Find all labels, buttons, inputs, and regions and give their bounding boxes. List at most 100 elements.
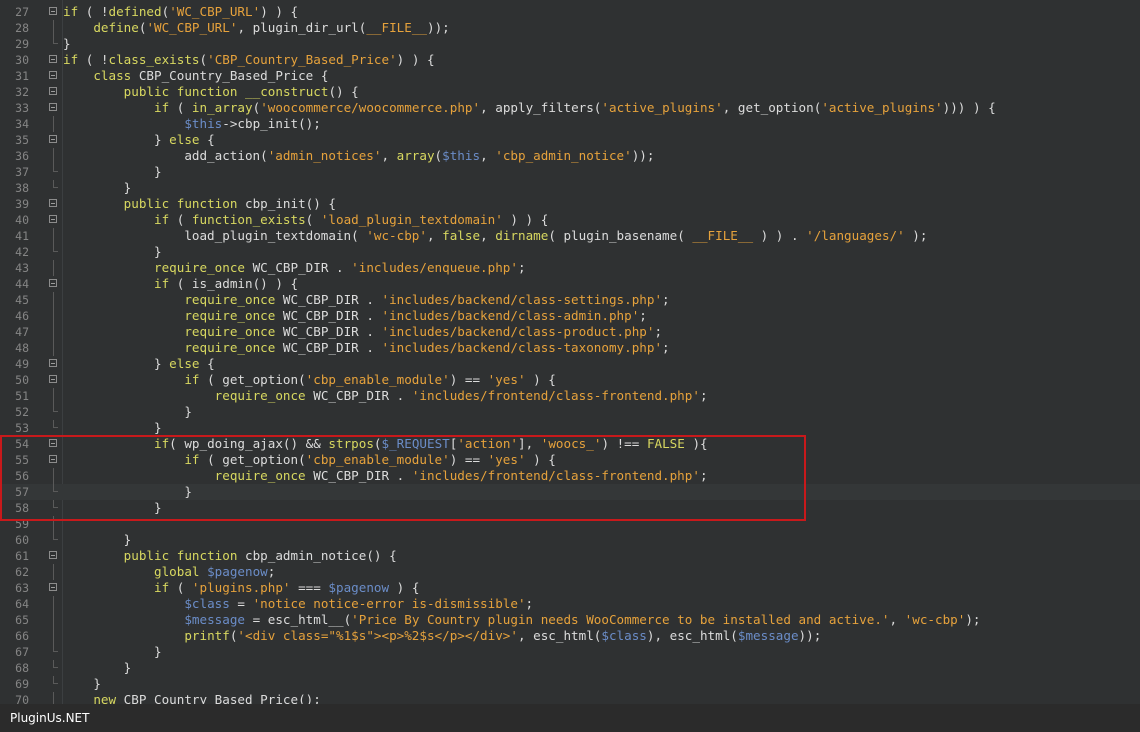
code-line[interactable]: 59 [0,516,1140,532]
code-text: } [63,660,132,676]
line-number: 59 [15,517,29,531]
line-number: 63 [15,581,29,595]
line-number: 64 [15,597,29,611]
code-text: } else { [63,356,215,372]
code-line[interactable]: 42 } [0,244,1140,260]
fold-toggle-icon[interactable] [49,215,57,223]
code-text: if ( get_option('cbp_enable_module') == … [63,372,556,388]
code-line[interactable]: 48 require_once WC_CBP_DIR . 'includes/b… [0,340,1140,356]
code-token: ( [169,580,192,595]
code-token: } [63,356,170,371]
code-line[interactable]: 62 global $pagenow; [0,564,1140,580]
code-token: () { [328,84,359,99]
code-token: require_once [184,292,276,307]
code-line[interactable]: 43 require_once WC_CBP_DIR . 'includes/e… [0,260,1140,276]
fold-toggle-icon[interactable] [49,455,57,463]
code-line[interactable]: 46 require_once WC_CBP_DIR . 'includes/b… [0,308,1140,324]
code-token: WC_CBP_DIR . [305,388,412,403]
code-token: ; [662,292,670,307]
code-line[interactable]: 35 } else { [0,132,1140,148]
code-line[interactable]: 34 $this->cbp_init(); [0,116,1140,132]
fold-toggle-icon[interactable] [49,279,57,287]
fold-toggle-icon[interactable] [49,551,57,559]
fold-end-guide [53,644,58,652]
code-line[interactable]: 45 require_once WC_CBP_DIR . 'includes/b… [0,292,1140,308]
fold-toggle-icon[interactable] [49,359,57,367]
code-line[interactable]: 47 require_once WC_CBP_DIR . 'includes/b… [0,324,1140,340]
code-token: ( [199,52,208,67]
code-token: } [63,420,162,435]
code-token: else [169,132,200,147]
code-line[interactable]: 41 load_plugin_textdomain( 'wc-cbp', fal… [0,228,1140,244]
code-line[interactable]: 28 define('WC_CBP_URL', plugin_dir_url(_… [0,20,1140,36]
code-line[interactable]: 69 } [0,676,1140,692]
fold-toggle-icon[interactable] [49,583,57,591]
fold-toggle-icon[interactable] [49,103,57,111]
code-text: } else { [63,132,215,148]
code-line[interactable]: 55 if ( get_option('cbp_enable_module') … [0,452,1140,468]
code-line[interactable]: 63 if ( 'plugins.php' === $pagenow ) { [0,580,1140,596]
code-line[interactable]: 31 class CBP_Country_Based_Price { [0,68,1140,84]
fold-toggle-icon[interactable] [49,375,57,383]
code-line[interactable]: 30 if ( !class_exists('CBP_Country_Based_… [0,52,1140,68]
code-line[interactable]: 67 } [0,644,1140,660]
code-line[interactable]: 51 require_once WC_CBP_DIR . 'includes/f… [0,388,1140,404]
code-line[interactable]: 54 if( wp_doing_ajax() && strpos($_REQUE… [0,436,1140,452]
code-line[interactable]: 66 printf('<div class="%1$s"><p>%2$s</p>… [0,628,1140,644]
code-line[interactable]: 56 require_once WC_CBP_DIR . 'includes/f… [0,468,1140,484]
code-line[interactable]: 40 if ( function_exists( 'load_plugin_te… [0,212,1140,228]
code-line[interactable]: 33 if ( in_array('woocommerce/woocommerc… [0,100,1140,116]
code-token: ) { [525,452,556,467]
code-line[interactable]: 44 if ( is_admin() ) { [0,276,1140,292]
code-line[interactable]: 61 public function cbp_admin_notice() { [0,548,1140,564]
code-token: WC_CBP_DIR . [275,324,382,339]
fold-toggle-icon[interactable] [49,71,57,79]
code-token: } [63,244,162,259]
fold-toggle-icon[interactable] [49,199,57,207]
code-token: 'notice notice-error is-dismissible' [252,596,526,611]
code-line[interactable]: 68 } [0,660,1140,676]
fold-toggle-icon[interactable] [49,87,57,95]
code-text: if ( 'plugins.php' === $pagenow ) { [63,580,419,596]
code-line[interactable]: 53 } [0,420,1140,436]
code-line[interactable]: 36 add_action('admin_notices', array($th… [0,148,1140,164]
fold-toggle-icon[interactable] [49,135,57,143]
code-token: if [154,212,170,227]
line-number: 35 [15,133,29,147]
code-line[interactable]: 39 public function cbp_init() { [0,196,1140,212]
code-line[interactable]: 50 if ( get_option('cbp_enable_module') … [0,372,1140,388]
code-editor[interactable]: 27 if ( !defined('WC_CBP_URL') ) {28 defi… [0,0,1140,704]
code-token: WC_CBP_DIR . [275,340,382,355]
code-line[interactable]: 49 } else { [0,356,1140,372]
code-line[interactable]: 52 } [0,404,1140,420]
code-line[interactable]: 37 } [0,164,1140,180]
code-line[interactable]: 65 $message = esc_html__('Price By Count… [0,612,1140,628]
code-line[interactable]: 57 } [0,484,1140,500]
code-line[interactable]: 58 } [0,500,1140,516]
code-token: false [442,228,481,243]
fold-toggle-icon[interactable] [49,7,57,15]
fold-end-guide [53,404,58,412]
code-text: require_once WC_CBP_DIR . 'includes/back… [63,292,670,308]
code-line[interactable]: 32 public function __construct() { [0,84,1140,100]
code-text: } [63,532,132,548]
code-line[interactable]: 38 } [0,180,1140,196]
code-token: 'includes/backend/class-settings.php' [381,292,663,307]
code-line[interactable]: 27 if ( !defined('WC_CBP_URL') ) { [0,4,1140,20]
code-text: define('WC_CBP_URL', plugin_dir_url(__FI… [63,20,449,36]
code-token: if [154,276,170,291]
fold-toggle-icon[interactable] [49,439,57,447]
code-line[interactable]: 64 $class = 'notice notice-error is-dism… [0,596,1140,612]
code-token: } [63,676,101,691]
code-line[interactable]: 70 new CBP_Country_Based_Price(); [0,692,1140,704]
code-line[interactable]: 29} [0,36,1140,52]
fold-toggle-icon[interactable] [49,55,57,63]
code-line[interactable]: 60 } [0,532,1140,548]
code-text: if ( in_array('woocommerce/woocommerce.p… [63,100,996,116]
